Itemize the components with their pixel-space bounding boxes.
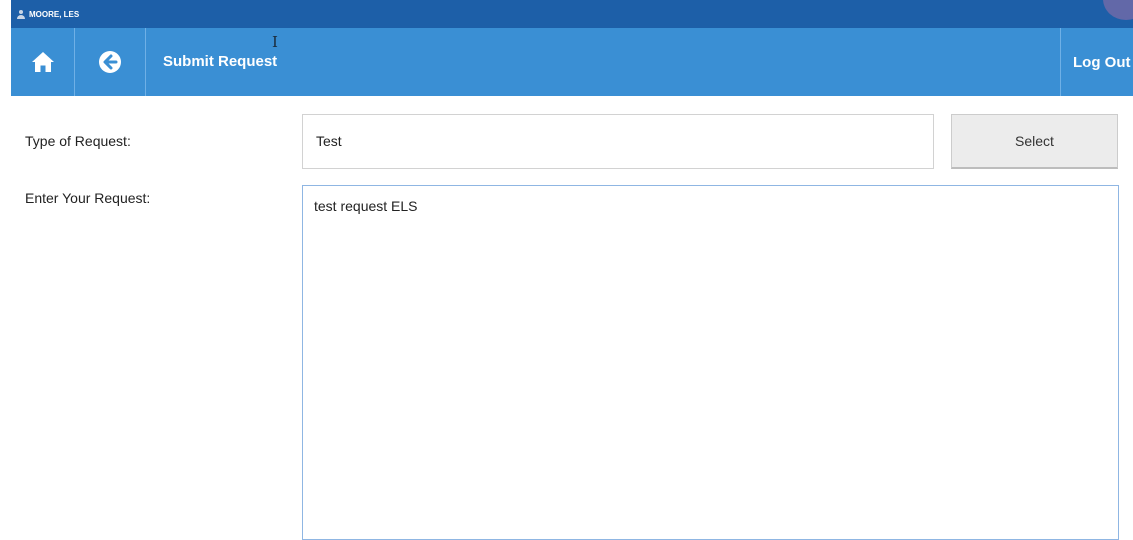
left-margin: [0, 0, 11, 533]
home-button[interactable]: [11, 28, 75, 96]
select-button[interactable]: Select: [951, 114, 1118, 169]
user-icon: [17, 9, 25, 19]
home-icon: [31, 52, 54, 72]
logout-button[interactable]: Log Out: [1060, 28, 1133, 96]
user-bar: MOORE, LES: [11, 0, 1133, 28]
back-button[interactable]: [75, 28, 146, 96]
type-of-request-label: Type of Request:: [25, 133, 131, 149]
page-title: Submit Request: [163, 53, 278, 70]
text-cursor-icon: I: [272, 33, 278, 51]
back-arrow-circle-icon: [99, 51, 121, 73]
type-of-request-field[interactable]: Test: [302, 114, 934, 169]
top-navbar: Submit Request Log Out: [11, 28, 1133, 96]
request-textarea[interactable]: test request ELS: [302, 185, 1119, 540]
enter-request-label: Enter Your Request:: [25, 190, 151, 206]
user-name: MOORE, LES: [29, 9, 80, 19]
